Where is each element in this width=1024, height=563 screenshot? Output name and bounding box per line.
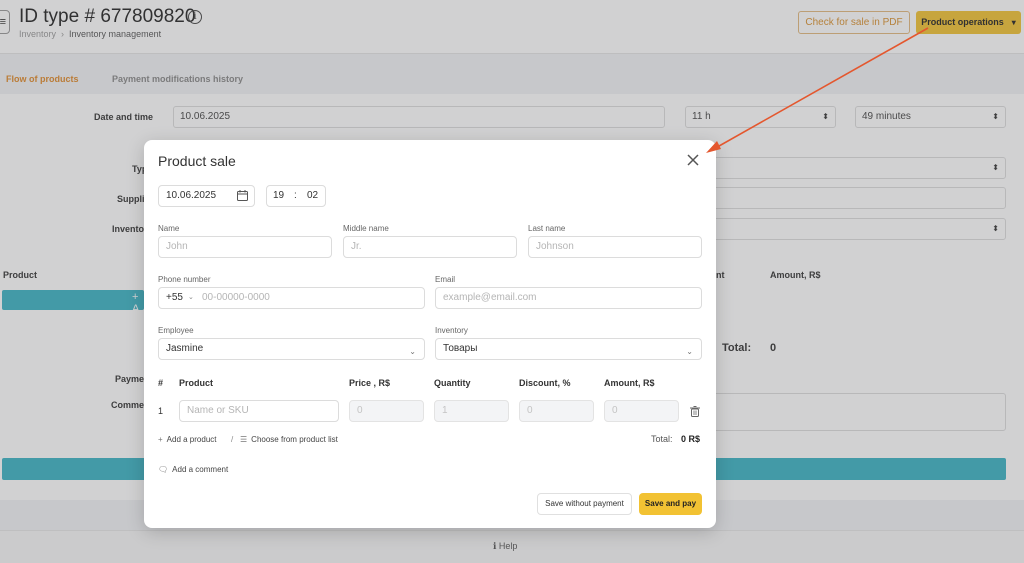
time-separator: : xyxy=(294,190,297,201)
product-sale-modal: Product sale 10.06.2025 19 : 02 Name Joh… xyxy=(144,140,716,528)
email-label: Email xyxy=(435,275,456,284)
col-header-number: # xyxy=(158,378,164,388)
add-comment-link[interactable]: 🗨 Add a comment xyxy=(158,465,228,474)
inventory-select[interactable]: Товары ⌄ xyxy=(435,338,702,360)
col-header-price: Price , R$ xyxy=(349,378,391,388)
discount-input[interactable]: 0 xyxy=(519,400,594,422)
name-label: Name xyxy=(158,224,180,233)
close-icon[interactable] xyxy=(686,153,700,167)
sale-date-input[interactable]: 10.06.2025 xyxy=(158,185,255,207)
plus-icon: + xyxy=(158,435,163,444)
chevron-down-icon: ⌄ xyxy=(409,347,416,356)
add-comment-label: Add a comment xyxy=(172,465,229,474)
phone-placeholder: 00-00000-0000 xyxy=(202,292,270,303)
choose-product-list-link[interactable]: ☰ Choose from product list xyxy=(240,435,338,444)
col-header-amount: Amount, R$ xyxy=(604,378,655,388)
name-input[interactable]: John xyxy=(158,236,332,258)
product-search-input[interactable]: Name or SKU xyxy=(179,400,339,422)
amount-input: 0 xyxy=(604,400,679,422)
modal-title: Product sale xyxy=(158,153,236,169)
col-header-discount: Discount, % xyxy=(519,378,571,388)
sale-time-input[interactable]: 19 : 02 xyxy=(266,185,326,207)
inventory-value: Товары xyxy=(443,343,478,354)
middle-name-label: Middle name xyxy=(343,224,389,233)
hour-field[interactable]: 19 xyxy=(273,186,284,206)
total-label: Total: xyxy=(651,434,673,444)
inventory-label: Inventory xyxy=(435,326,468,335)
last-name-label: Last name xyxy=(528,224,566,233)
calendar-icon xyxy=(237,190,248,201)
employee-select[interactable]: Jasmine ⌄ xyxy=(158,338,425,360)
save-without-payment-button[interactable]: Save without payment xyxy=(537,493,632,515)
add-product-label: Add a product xyxy=(166,435,217,444)
save-and-pay-button[interactable]: Save and pay xyxy=(639,493,702,515)
middle-name-input[interactable]: Jr. xyxy=(343,236,517,258)
col-header-product: Product xyxy=(179,378,214,388)
add-product-link[interactable]: + Add a product xyxy=(158,435,216,444)
list-icon: ☰ xyxy=(240,435,248,444)
phone-input[interactable]: +55 ⌄ 00-00000-0000 xyxy=(158,287,425,309)
total-value: 0 R$ xyxy=(681,434,701,444)
choose-list-label: Choose from product list xyxy=(251,435,338,444)
row-number: 1 xyxy=(158,406,164,416)
trash-icon[interactable] xyxy=(690,406,700,417)
employee-label: Employee xyxy=(158,326,194,335)
price-input[interactable]: 0 xyxy=(349,400,424,422)
minute-field[interactable]: 02 xyxy=(307,186,318,206)
email-input[interactable]: example@email.com xyxy=(435,287,702,309)
link-separator: / xyxy=(231,435,234,444)
sale-date-value: 10.06.2025 xyxy=(166,190,217,201)
phone-label: Phone number xyxy=(158,275,211,284)
comment-icon: 🗨 xyxy=(158,465,169,474)
chevron-down-icon: ⌄ xyxy=(686,347,693,356)
chevron-down-icon: ⌄ xyxy=(188,294,194,301)
quantity-input[interactable]: 1 xyxy=(434,400,509,422)
employee-value: Jasmine xyxy=(166,343,204,354)
country-code-select[interactable]: +55 xyxy=(166,292,183,303)
col-header-quantity: Quantity xyxy=(434,378,471,388)
last-name-input[interactable]: Johnson xyxy=(528,236,702,258)
